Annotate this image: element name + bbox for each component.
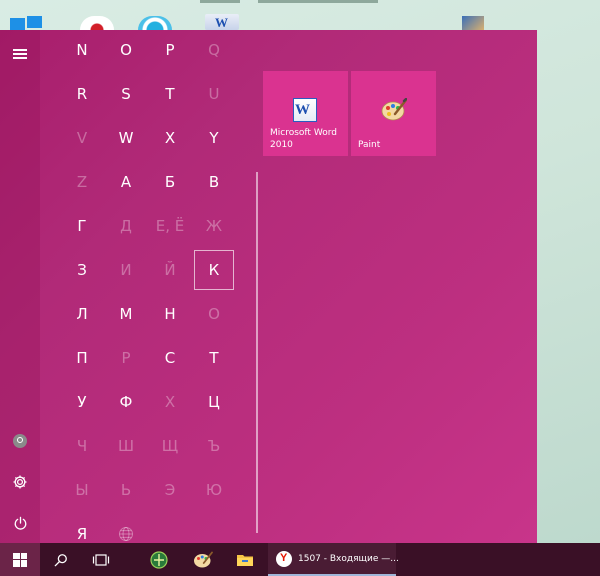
letter-23: Й	[164, 261, 176, 279]
letter-10[interactable]: W	[106, 118, 146, 158]
hamburger-button[interactable]	[0, 34, 40, 74]
letter-22: И	[120, 261, 132, 279]
desktop-app-icon[interactable]	[80, 16, 114, 30]
power-button[interactable]	[0, 503, 40, 543]
letter-39: Щ	[161, 437, 179, 455]
user-account-button[interactable]	[0, 421, 40, 461]
letter-4: Q	[208, 41, 220, 59]
task-view-icon	[92, 553, 110, 566]
tile-label: Paint	[358, 140, 381, 150]
power-icon	[14, 516, 26, 530]
tile-microsoft-word[interactable]: W Microsoft Word 2010	[263, 71, 348, 156]
tile-paint[interactable]: Paint	[351, 71, 436, 156]
gear-icon	[13, 475, 27, 489]
paint-palette-icon	[381, 98, 407, 121]
desktop-document-icon[interactable]	[462, 16, 484, 30]
letter-1[interactable]: N	[62, 30, 102, 70]
letter-28: О	[208, 305, 220, 323]
letter-43: Э	[164, 481, 176, 499]
alphabet-jump-list: N O P Q R S T U V W X Y Z А Б В Г Д Е, Ё Ж ЗИ ЙК ЛМНО П Р СТ УФХЦ Ч…	[62, 30, 238, 543]
taskbar-yandex-browser[interactable]: Y 1507 - Входящие —...	[268, 543, 399, 576]
start-menu: N O P Q R S T U V W X Y Z А Б В Г Д Е, ЁЖЗИЙКЛМНОПРСТУФХЦЧ…	[0, 30, 537, 543]
yandex-icon: Y	[276, 550, 292, 567]
desktop-browser-icon[interactable]	[138, 16, 172, 30]
task-view-button[interactable]	[82, 543, 120, 576]
globe-icon	[119, 527, 133, 541]
letter-6[interactable]: S	[106, 74, 146, 114]
letter-20: Ж	[205, 217, 223, 235]
word-icon: W	[293, 98, 317, 122]
letter-9: V	[76, 129, 88, 147]
desktop-caption-fragment	[200, 0, 240, 3]
letter-7[interactable]: T	[150, 74, 190, 114]
letter-33[interactable]: У	[62, 382, 102, 422]
letter-2[interactable]: O	[106, 30, 146, 70]
word-glyph: W	[215, 15, 228, 30]
taskbar-window-title: 1507 - Входящие —...	[298, 553, 399, 564]
taskbar-app-1[interactable]	[142, 543, 176, 576]
letter-15[interactable]: Б	[150, 162, 190, 202]
letter-34[interactable]: Ф	[106, 382, 146, 422]
letter-29[interactable]: П	[62, 338, 102, 378]
letter-3[interactable]: P	[150, 30, 190, 70]
desktop-caption-fragment	[258, 0, 378, 3]
app-globe-icon	[150, 550, 168, 569]
letter-41: Ы	[75, 481, 89, 499]
letter-17[interactable]: Г	[62, 206, 102, 246]
letter-35: Х	[164, 393, 176, 411]
letter-5[interactable]: R	[62, 74, 102, 114]
letter-19: Е, Ё	[155, 217, 185, 235]
letter-32[interactable]: Т	[194, 338, 234, 378]
letter-42: Ь	[120, 481, 132, 499]
letter-24[interactable]: К	[194, 250, 234, 290]
letter-40: Ъ	[207, 437, 221, 455]
letter-16[interactable]: В	[194, 162, 234, 202]
letter-12[interactable]: Y	[194, 118, 234, 158]
folder-icon	[237, 555, 253, 566]
taskbar: Y 1507 - Входящие —...	[0, 543, 600, 576]
search-button[interactable]	[42, 543, 80, 576]
letter-25[interactable]: Л	[62, 294, 102, 334]
start-button[interactable]	[0, 543, 40, 576]
letter-11[interactable]: X	[150, 118, 190, 158]
taskbar-paint[interactable]	[186, 543, 220, 576]
letter-27[interactable]: Н	[150, 294, 190, 334]
letter-38: Ш	[117, 437, 135, 455]
letter-26[interactable]: М	[106, 294, 146, 334]
letter-8: U	[208, 85, 220, 103]
search-icon	[54, 553, 67, 566]
letter-14[interactable]: А	[106, 162, 146, 202]
letter-30: Р	[121, 349, 131, 367]
letter-36[interactable]: Ц	[194, 382, 234, 422]
avatar-icon	[13, 434, 27, 448]
taskbar-file-explorer[interactable]	[228, 543, 262, 576]
paint-palette-icon	[194, 551, 213, 567]
letter-21[interactable]: З	[62, 250, 102, 290]
hamburger-icon	[13, 49, 27, 59]
letter-37: Ч	[76, 437, 88, 455]
desktop-windows-icon[interactable]	[10, 16, 44, 30]
letter-44: Ю	[205, 481, 223, 499]
scrollbar[interactable]	[256, 172, 258, 533]
settings-button[interactable]	[0, 462, 40, 502]
windows-logo-icon	[13, 552, 27, 567]
letter-31[interactable]: С	[150, 338, 190, 378]
desktop-word-icon[interactable]: W	[205, 14, 239, 30]
start-left-rail	[0, 30, 40, 543]
letter-18: Д	[120, 217, 132, 235]
tile-label: Microsoft Word 2010	[270, 128, 337, 150]
letter-13: Z	[76, 173, 88, 191]
